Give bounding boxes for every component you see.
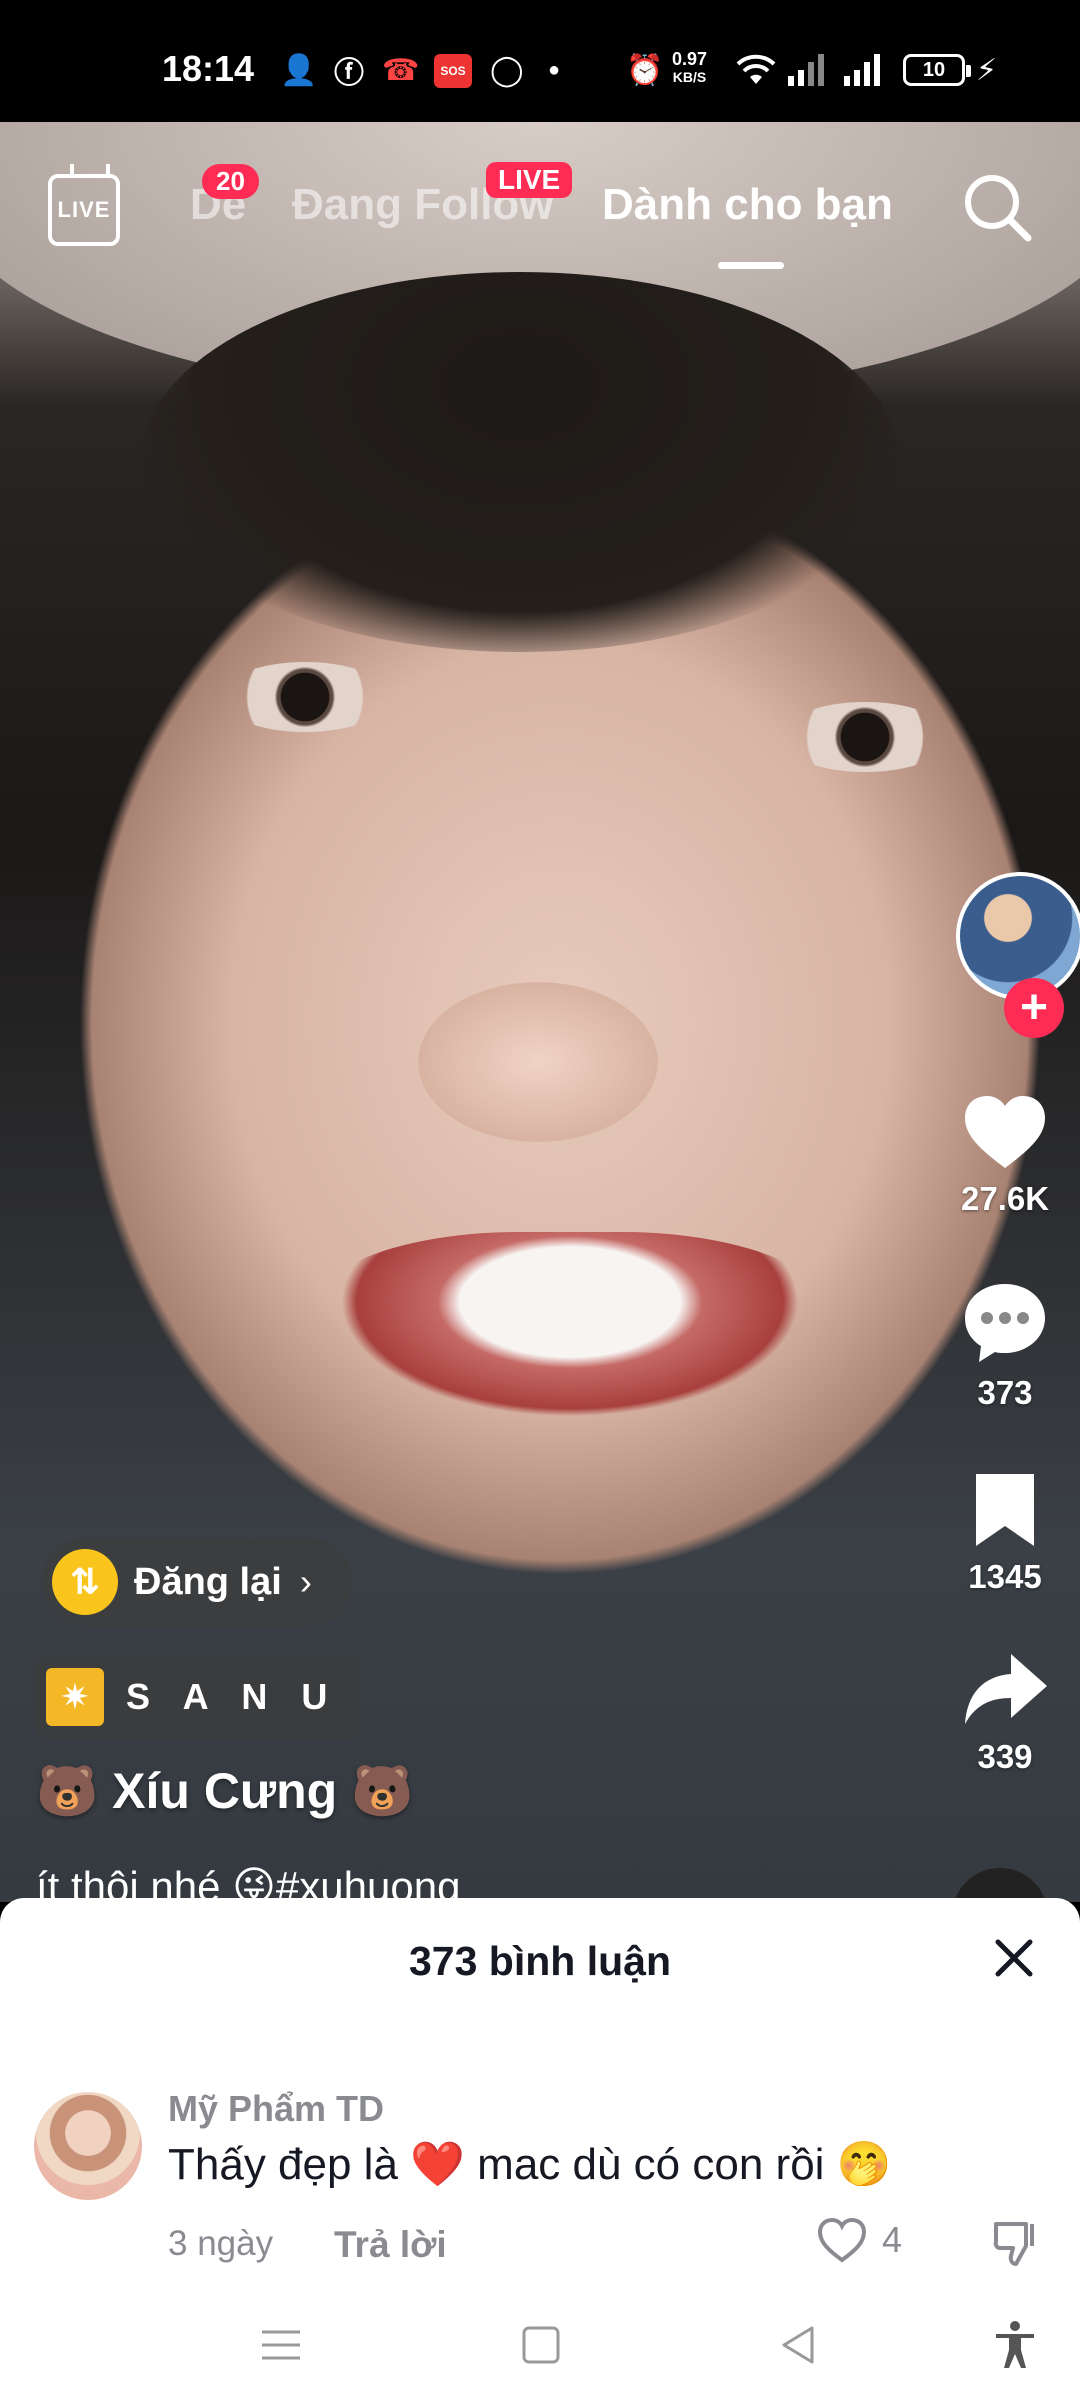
effect-label: S A N U bbox=[126, 1676, 340, 1717]
menu-icon[interactable] bbox=[254, 2318, 308, 2372]
repost-label: Đăng lại bbox=[134, 1560, 282, 1603]
comment-bubble-icon[interactable] bbox=[961, 1280, 1049, 1366]
signal-icon bbox=[788, 54, 824, 86]
facebook-icon: ⓕ bbox=[334, 57, 364, 90]
author-name[interactable]: 🐻 Xíu Cưng 🐻 bbox=[36, 1762, 413, 1821]
comment-like-button[interactable]: 4 bbox=[816, 2216, 902, 2264]
video-mouth-shape bbox=[310, 1232, 830, 1432]
video-eye-right bbox=[780, 702, 950, 772]
status-time: 18:14 bbox=[162, 48, 255, 89]
reply-button[interactable]: Trả lời bbox=[334, 2224, 447, 2266]
network-speed-unit: KB/S bbox=[672, 69, 707, 85]
close-icon[interactable] bbox=[990, 1934, 1038, 1982]
network-speed-value: 0.97 bbox=[672, 49, 708, 69]
contact-add-icon: 👤 bbox=[280, 53, 318, 87]
sos-icon: SOS bbox=[434, 54, 472, 88]
follow-plus-button[interactable]: + bbox=[1004, 978, 1064, 1038]
system-nav-bar bbox=[0, 2290, 1080, 2400]
creator-avatar[interactable] bbox=[956, 872, 1080, 1000]
video-nose-shape bbox=[418, 982, 658, 1142]
signal-2-icon bbox=[844, 54, 880, 86]
notification-count-badge: 20 bbox=[202, 164, 259, 199]
alarm-icon: ⏰ bbox=[626, 53, 664, 87]
like-count: 27.6K bbox=[960, 1180, 1050, 1217]
share-action[interactable]: 339 bbox=[930, 1650, 1080, 1776]
comment-count: 373 bbox=[977, 1374, 1033, 1411]
video-hair-shape bbox=[140, 272, 900, 652]
like-action[interactable]: 27.6K bbox=[930, 1092, 1080, 1218]
save-action[interactable]: 1345 bbox=[930, 1470, 1080, 1596]
dislike-icon[interactable] bbox=[990, 2216, 1042, 2268]
comment-time: 3 ngày bbox=[168, 2224, 274, 2263]
active-tab-indicator bbox=[718, 262, 784, 269]
more-notifications-dot-icon: ● bbox=[548, 58, 561, 81]
video-eye-left bbox=[220, 662, 390, 732]
back-triangle-icon[interactable] bbox=[772, 2318, 826, 2372]
tab-for-you[interactable]: Dành cho bạn bbox=[602, 180, 893, 230]
sparkle-effect-icon: ✷ bbox=[46, 1668, 104, 1726]
effect-pill[interactable]: ✷ S A N U bbox=[36, 1656, 362, 1738]
heart-outline-icon[interactable] bbox=[816, 2216, 868, 2264]
missed-call-icon: ☎ bbox=[382, 53, 420, 87]
video-player[interactable] bbox=[0, 122, 1080, 1902]
opera-icon: ◯ bbox=[490, 53, 524, 87]
chevron-right-icon: › bbox=[299, 1561, 312, 1602]
home-square-icon[interactable] bbox=[514, 2318, 568, 2372]
save-count: 1345 bbox=[968, 1558, 1042, 1595]
repost-icon: ⇅ bbox=[52, 1549, 118, 1615]
commenter-username[interactable]: Mỹ Phẩm TD bbox=[168, 2088, 384, 2130]
comment-like-count: 4 bbox=[882, 2219, 903, 2260]
search-icon[interactable] bbox=[960, 170, 1034, 244]
live-tv-icon[interactable]: LIVE bbox=[48, 174, 120, 246]
comment-action[interactable]: 373 bbox=[930, 1280, 1080, 1412]
charging-icon: ⚡ bbox=[976, 53, 998, 87]
network-speed: 0.97 KB/S bbox=[672, 50, 707, 86]
bookmark-icon[interactable] bbox=[970, 1470, 1040, 1550]
share-arrow-icon[interactable] bbox=[961, 1650, 1049, 1730]
live-badge: LIVE bbox=[486, 162, 573, 198]
top-navigation: LIVE De 20 Đang Follow LIVE Dành cho bạn bbox=[0, 122, 1080, 302]
heart-icon[interactable] bbox=[961, 1092, 1049, 1172]
status-bar: 18:14 👤 ⓕ ☎ SOS ◯ ● ⏰ 0.97 KB/S 10 ⚡ bbox=[0, 0, 1080, 122]
commenter-avatar[interactable] bbox=[34, 2092, 142, 2200]
share-count: 339 bbox=[977, 1738, 1033, 1775]
comment-text: Thấy đẹp là ❤️ mac dù có con rồi 🤭 bbox=[168, 2140, 892, 2189]
repost-pill[interactable]: ⇅ Đăng lại › bbox=[42, 1538, 352, 1626]
comments-title: 373 bình luận bbox=[409, 1938, 671, 1984]
accessibility-icon[interactable] bbox=[988, 2318, 1042, 2372]
wifi-icon bbox=[736, 54, 776, 84]
battery-indicator: 10 bbox=[903, 54, 971, 86]
